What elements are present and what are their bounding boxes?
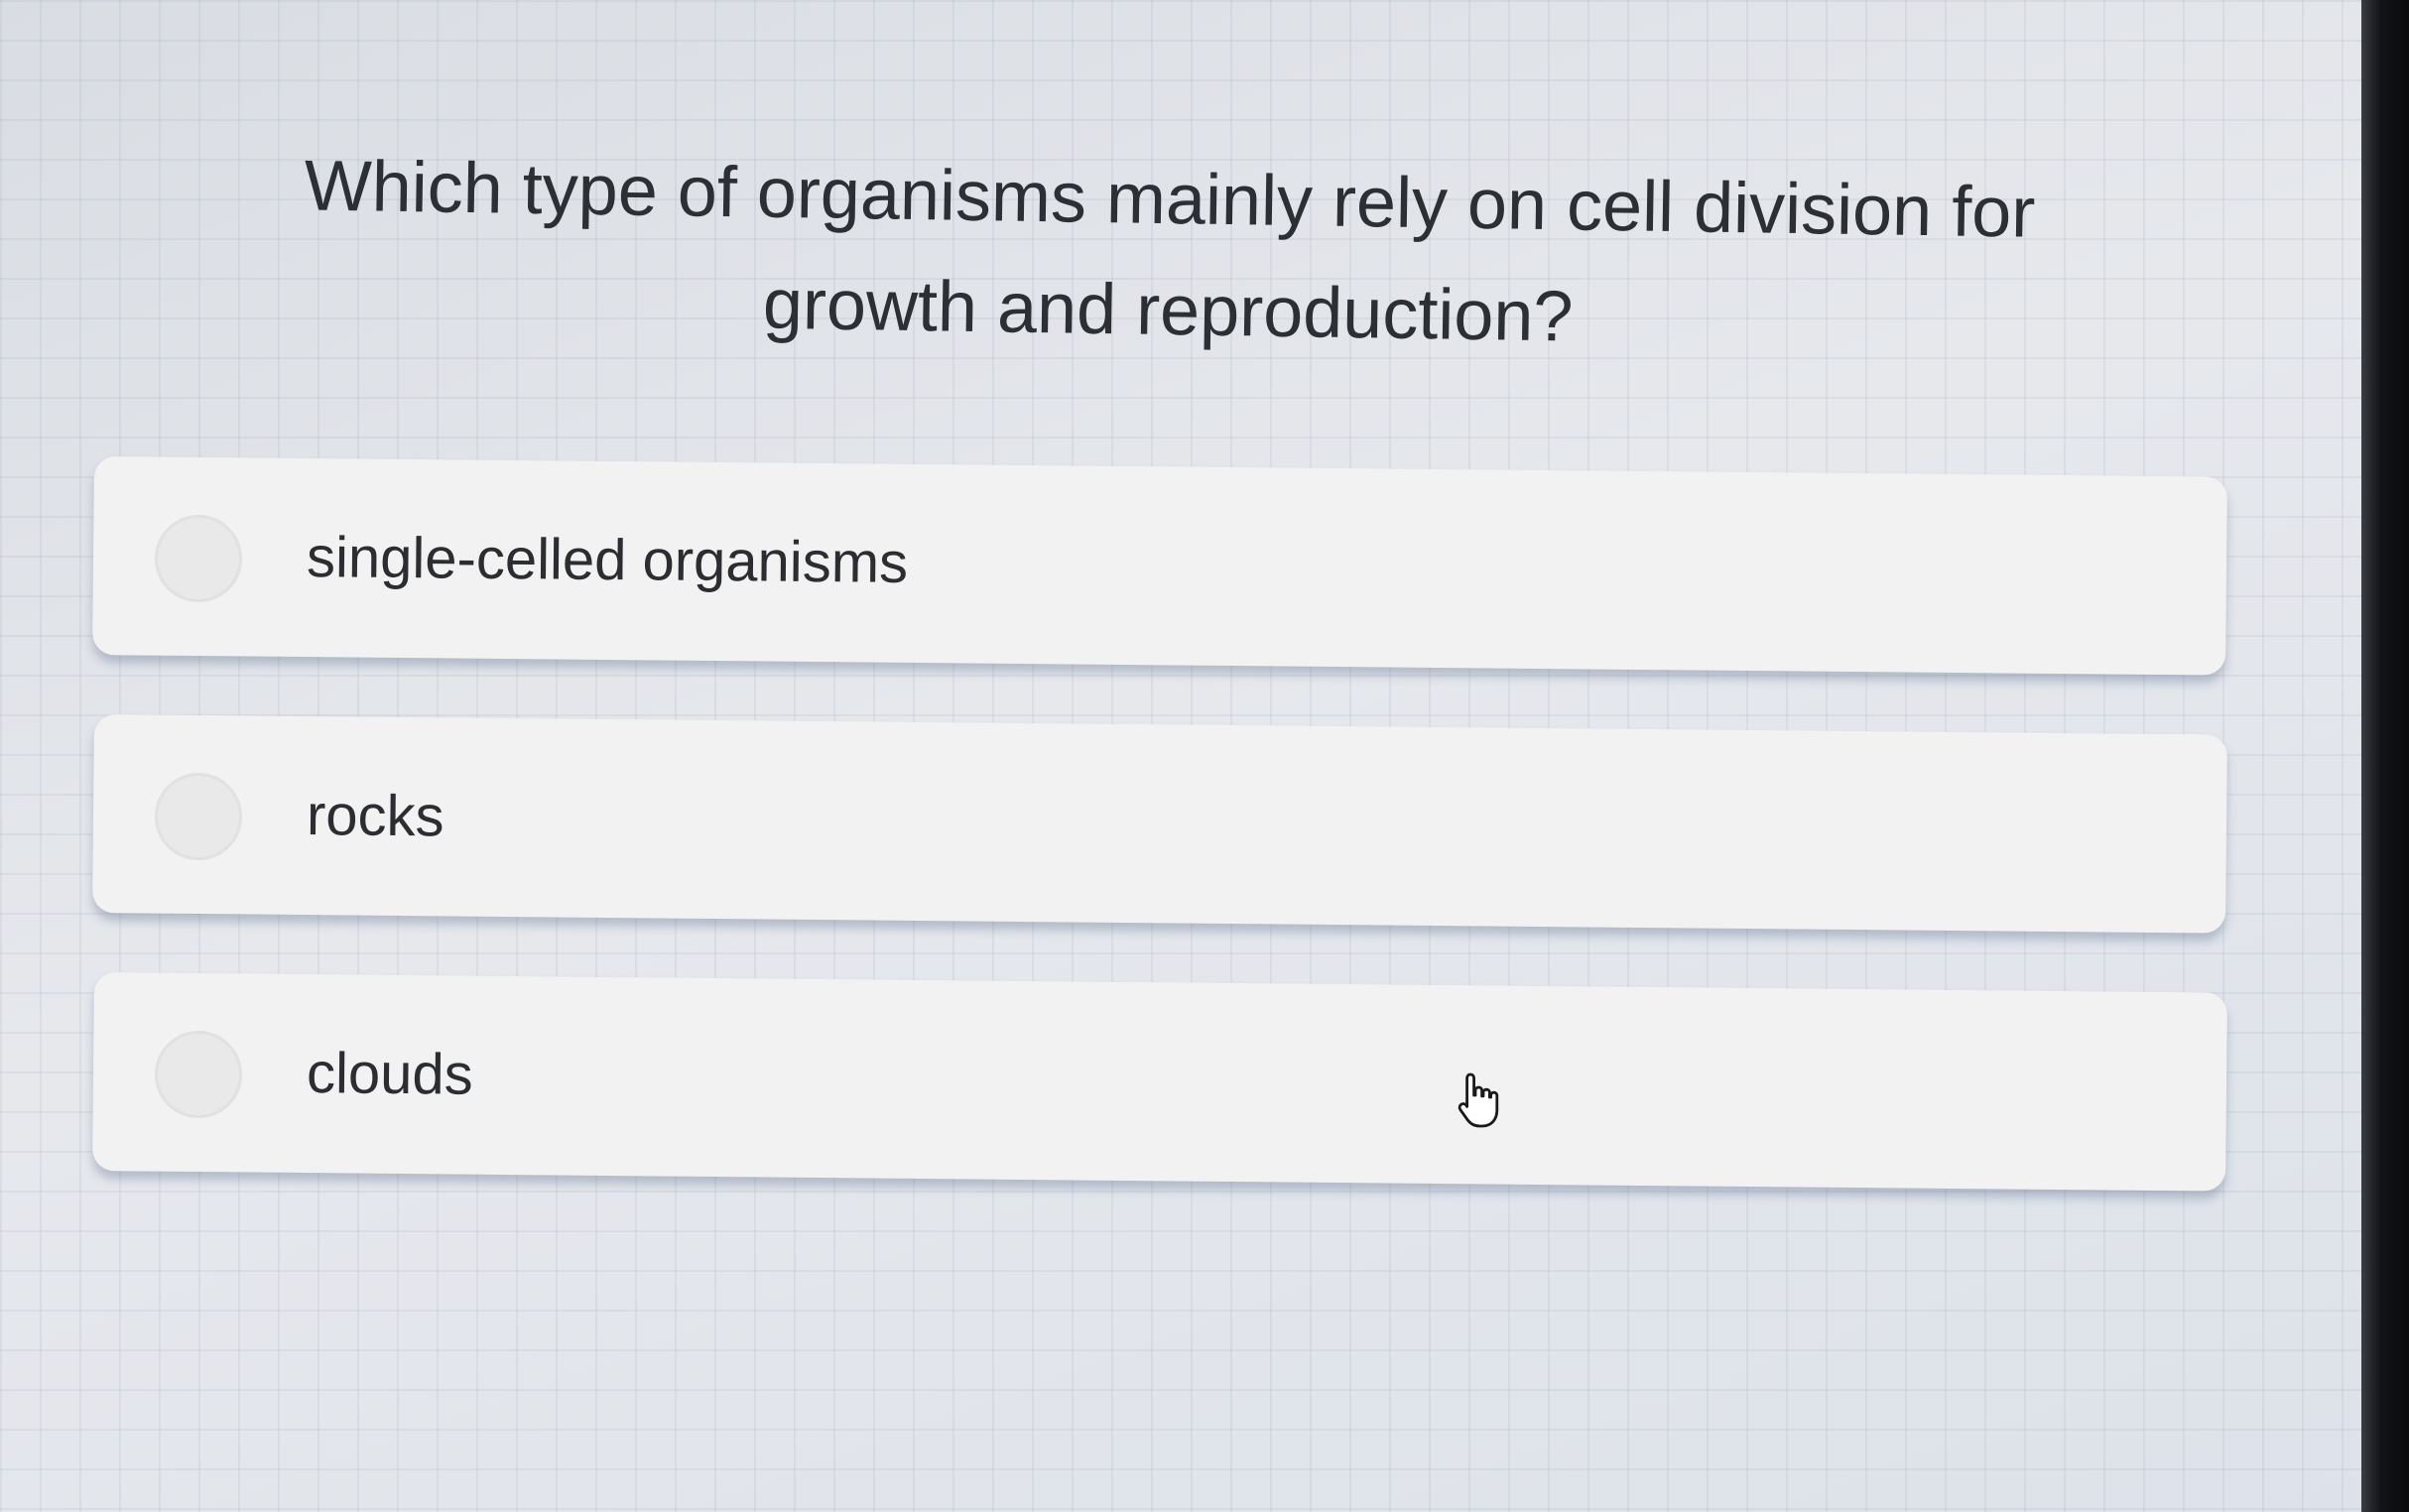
radio-button[interactable] <box>154 514 243 603</box>
option-label: rocks <box>306 783 444 849</box>
radio-button[interactable] <box>154 772 243 861</box>
monitor-bezel <box>2361 0 2409 1512</box>
radio-button[interactable] <box>154 1030 243 1119</box>
option-clouds[interactable]: clouds <box>92 972 2227 1192</box>
quiz-screen: Which type of organisms mainly rely on c… <box>0 0 2361 1512</box>
question-text: Which type of organisms mainly rely on c… <box>304 146 2036 357</box>
option-label: single-celled organisms <box>306 525 909 595</box>
option-rocks[interactable]: rocks <box>92 714 2227 934</box>
answer-options: single-celled organisms rocks clouds <box>92 456 2227 1230</box>
option-single-celled-organisms[interactable]: single-celled organisms <box>92 456 2227 676</box>
option-label: clouds <box>306 1041 473 1107</box>
hand-pointer-icon <box>1458 1072 1499 1128</box>
